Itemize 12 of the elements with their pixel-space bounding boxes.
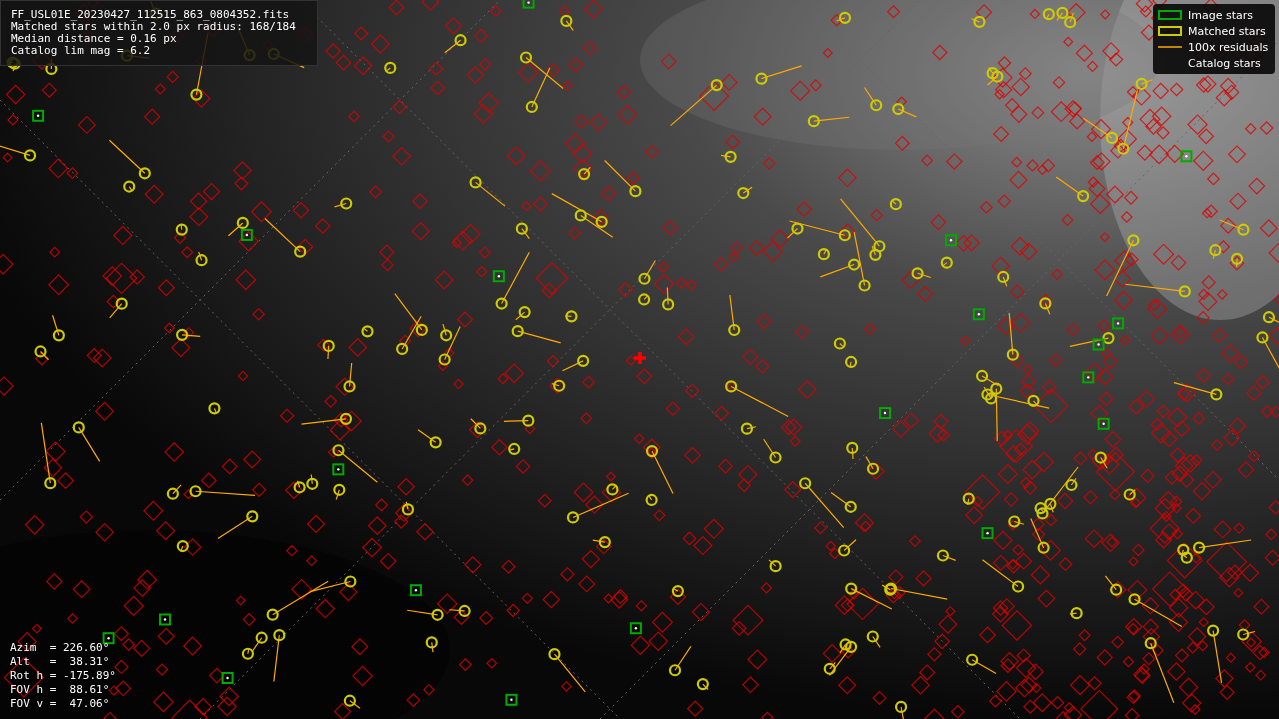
pointing-text: FOV v = 47.06°	[10, 697, 111, 711]
matched-star-marker-icon	[1158, 26, 1182, 36]
info-text: Catalog lim mag = 6.2	[11, 45, 152, 57]
info-text: Median distance = 0.16 px	[11, 33, 178, 45]
image-star-marker-icon	[1158, 10, 1182, 20]
legend-label: Matched stars	[1188, 24, 1266, 38]
info-text: Matched stars within 2.0 px radius: 168/184	[11, 21, 297, 33]
legend-label: 100x residuals	[1188, 40, 1269, 54]
legend-label: Image stars	[1188, 8, 1253, 22]
info-text: FF_USL01E_20230427_112515_863_0804352.fits	[11, 9, 291, 21]
legend-label: Catalog stars	[1188, 56, 1261, 70]
pointing-text: Rot h = -175.89°	[10, 669, 116, 683]
